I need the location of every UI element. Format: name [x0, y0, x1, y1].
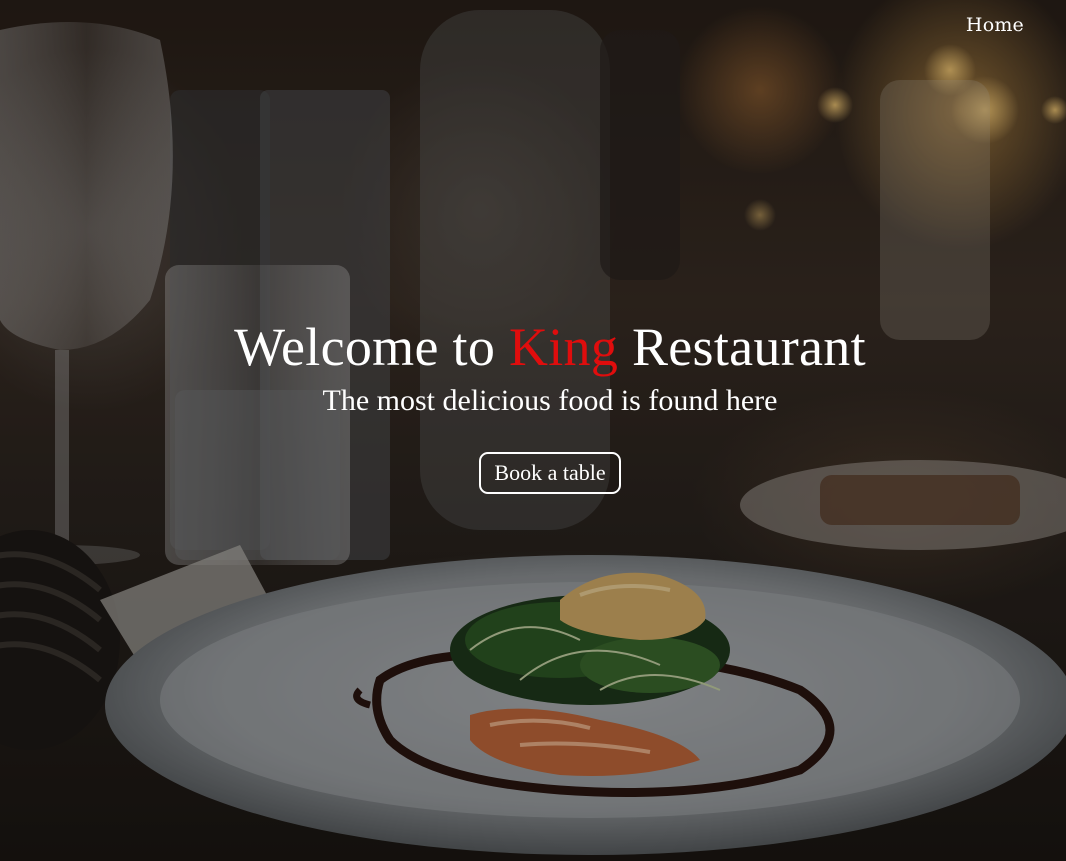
hero-content: Welcome to King Restaurant The most deli… — [0, 318, 1066, 494]
top-nav: Home — [966, 14, 1024, 36]
book-table-button[interactable]: Book a table — [479, 452, 621, 494]
hero-title-suffix: Restaurant — [618, 317, 866, 377]
hero-section: Home Welcome to King Restaurant The most… — [0, 0, 1066, 861]
hero-title-prefix: Welcome to — [234, 317, 509, 377]
nav-home-link[interactable]: Home — [966, 14, 1024, 36]
hero-title: Welcome to King Restaurant — [0, 318, 1066, 376]
hero-subtitle: The most delicious food is found here — [322, 384, 778, 417]
hero-title-accent: King — [508, 317, 619, 377]
